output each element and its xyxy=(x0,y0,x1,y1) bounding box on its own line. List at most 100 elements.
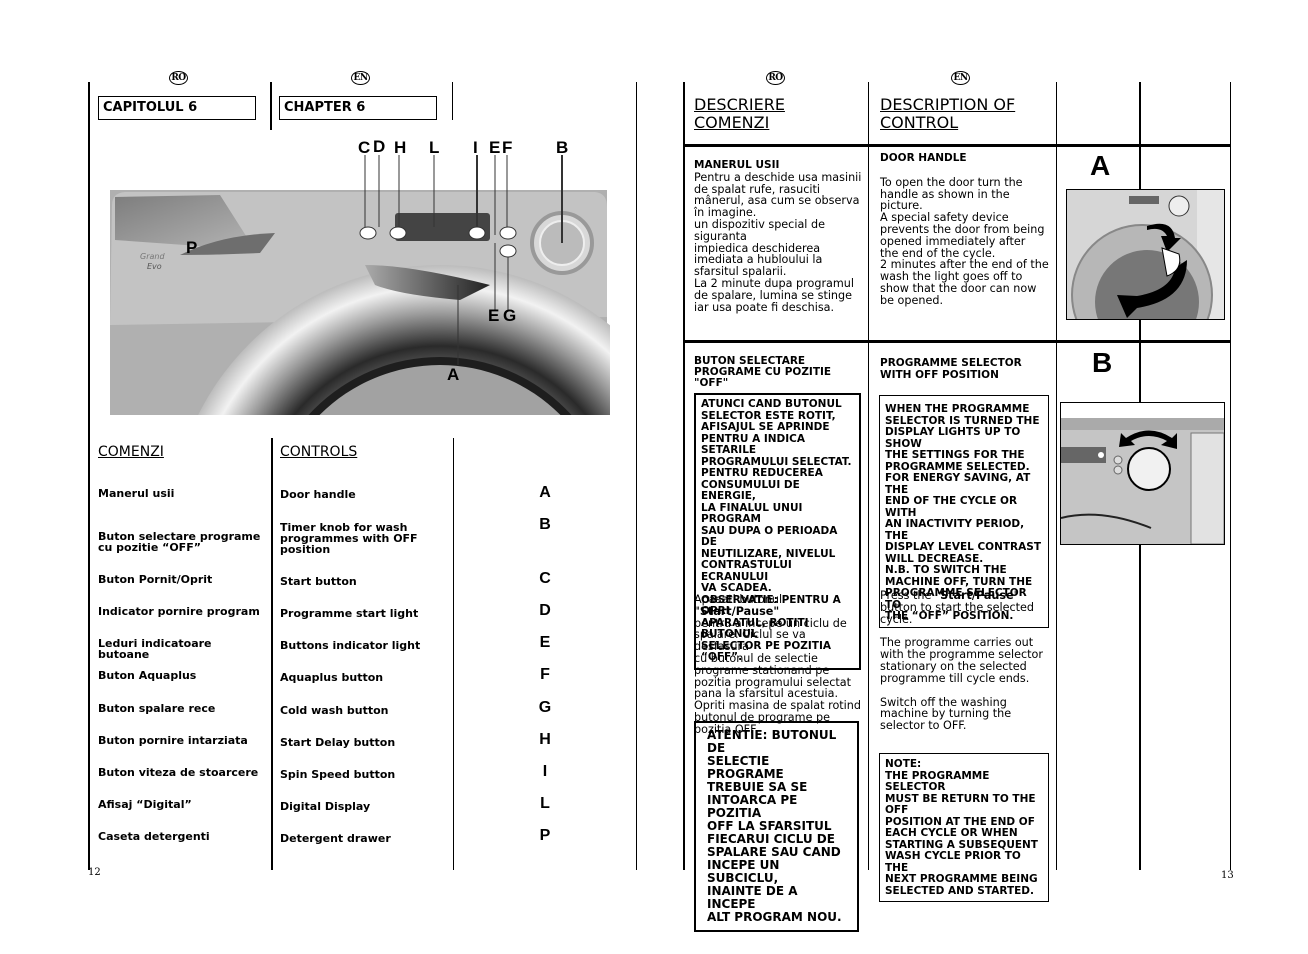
callout-h: H xyxy=(394,138,407,157)
svg-text:Evo: Evo xyxy=(147,262,162,271)
control-name-en: Timer knob for wash programmes with OFF … xyxy=(280,521,418,556)
text-line: AFISAJUL SE APRINDE xyxy=(701,421,830,433)
callout-p: P xyxy=(186,238,198,257)
control-name-ro: Leduri indicatoare butoane xyxy=(98,637,212,661)
controls-heading-ro: COMENZI xyxy=(98,444,164,460)
control-name-en: Spin Speed button xyxy=(280,768,396,781)
svg-text:Grand: Grand xyxy=(140,252,165,261)
rule-right-bottom xyxy=(453,438,454,870)
door-handle-title-en: DOOR HANDLE xyxy=(880,152,967,164)
text-line: DISPLAY LEVEL CONTRAST xyxy=(885,541,1041,553)
page-number-right: 13 xyxy=(1221,870,1234,881)
text-line: programe stationand pe xyxy=(694,663,830,677)
heading-en-line1: DESCRIPTION OF xyxy=(880,95,1016,114)
selector-figure xyxy=(1060,402,1225,545)
heading-ro-line1: DESCRIERE xyxy=(694,95,785,114)
rule-page-edge xyxy=(636,82,637,870)
text-line: CONSUMULUI DE ENERGIE, xyxy=(701,478,800,502)
selector-title-en: PROGRAMME SELECTOR WITH OFF POSITION xyxy=(880,357,1022,381)
control-name-ro: Indicator pornire program xyxy=(98,605,260,618)
control-name-en: Buttons indicator light xyxy=(280,639,421,652)
control-name-ro: Buton pornire intarziata xyxy=(98,734,248,747)
rule-r-mid xyxy=(868,82,869,870)
control-name-en: Aquaplus button xyxy=(280,671,384,684)
text-line: NEXT PROGRAMME BEING xyxy=(885,873,1038,885)
text-line: SAU DUPA O PERIOADA DE xyxy=(701,524,838,548)
rule-left xyxy=(88,82,90,870)
description-heading-en: DESCRIPTION OF CONTROL xyxy=(880,96,1015,132)
start-pause-text-ro: Apasati butonul "Start/Pause" pentru a i… xyxy=(694,594,862,736)
control-key: I xyxy=(542,763,548,780)
callout-g: G xyxy=(503,306,517,325)
text-line: LA FINALUL UNUI PROGRAM xyxy=(701,501,803,525)
control-key: E xyxy=(539,634,551,651)
control-key: F xyxy=(540,666,550,683)
text-line: ATENTIE: BUTONUL DE xyxy=(707,728,837,755)
description-heading-ro: DESCRIERE COMENZI xyxy=(694,96,785,132)
text-line: PENTRU A INDICA SETARILE xyxy=(701,432,806,456)
text-line: un dispozitiv special de xyxy=(694,217,825,231)
door-handle-illustration xyxy=(1067,190,1224,366)
lang-en-badge-right: EN xyxy=(951,71,970,85)
control-key: G xyxy=(538,699,552,716)
control-name-ro: Buton Aquaplus xyxy=(98,669,197,682)
text-line: AN INACTIVITY PERIOD, THE xyxy=(885,518,1025,542)
callout-f: F xyxy=(502,138,513,157)
note-box-en: NOTE: THE PROGRAMME SELECTOR MUST BE RETUR… xyxy=(879,753,1049,902)
text-line: INTOARCA PE POZITIA xyxy=(707,793,798,820)
control-key: H xyxy=(539,731,551,748)
text-line: show that the door can now xyxy=(880,281,1037,295)
text-line: FOR ENERGY SAVING, AT THE xyxy=(885,472,1031,496)
text-line: Pentru a deschide usa masinii xyxy=(694,170,862,184)
heading-ro-line2: COMENZI xyxy=(694,113,770,132)
control-name-en: Detergent drawer xyxy=(280,832,391,845)
rule-right-top xyxy=(452,82,453,120)
text-line: cycle. xyxy=(880,612,913,626)
text-line: stationary on the selected xyxy=(880,659,1027,673)
text-line: La 2 minute dupa programul xyxy=(694,276,854,290)
text-line: iar usa poate fi deschisa. xyxy=(694,300,835,314)
start-pause-line-ro: Apasati butonul "Start/Pause" xyxy=(694,593,783,618)
rule-r-col3 xyxy=(1056,82,1057,870)
chapter-title-ro: CAPITOLUL 6 xyxy=(98,96,256,120)
figure-label-b: B xyxy=(1092,347,1113,378)
text-line: WHEN THE PROGRAMME xyxy=(885,403,1030,415)
text-line: selector to OFF. xyxy=(880,719,967,733)
text-line: be opened. xyxy=(880,293,944,307)
text-line: button to start the selected xyxy=(880,600,1034,614)
rule-mid-top xyxy=(270,82,272,130)
text-line: SELECTIE PROGRAME xyxy=(707,754,784,781)
text-line: spalare. Ciclul se va desfasura xyxy=(694,628,806,654)
text-line: prevents the door from being xyxy=(880,222,1045,236)
control-name-en: Start Delay button xyxy=(280,736,396,749)
text-line: MUST BE RETURN TO THE OFF xyxy=(885,792,1036,816)
control-name-ro: Caseta detergenti xyxy=(98,830,210,843)
text-line: SELECTED AND STARTED. xyxy=(885,884,1034,897)
rule-mid-bottom xyxy=(271,438,273,870)
text-line: INAINTE DE A INCEPE xyxy=(707,884,798,911)
rule-r-h2 xyxy=(683,340,1231,343)
text-line: ATUNCI CAND BUTONUL xyxy=(701,398,842,410)
text-line: ALT PROGRAM NOU. xyxy=(707,910,842,924)
text-line: siguranta xyxy=(694,229,747,243)
callout-a: A xyxy=(447,365,460,384)
control-key: L xyxy=(540,795,550,812)
door-handle-figure xyxy=(1066,189,1225,366)
control-name-en: Start button xyxy=(280,575,357,588)
control-name-ro: Buton Pornit/Oprit xyxy=(98,573,213,586)
control-key: A xyxy=(539,484,551,501)
text-line: DISPLAY LIGHTS UP TO SHOW xyxy=(885,426,1021,450)
text-line: cu butonul de selectie xyxy=(694,651,818,665)
control-name-ro: Manerul usii xyxy=(98,487,175,500)
text-line: EACH CYCLE OR WHEN xyxy=(885,827,1018,839)
chapter-title-en: CHAPTER 6 xyxy=(279,96,437,120)
text-line: WASH CYCLE PRIOR TO THE xyxy=(885,850,1021,874)
control-name-ro: Afisaj “Digital” xyxy=(98,798,192,811)
callout-d: D xyxy=(373,137,386,156)
lang-ro-badge: RO xyxy=(169,71,188,85)
callout-e-top: E xyxy=(489,138,501,157)
text-line: programme till cycle ends. xyxy=(880,671,1030,685)
control-key: C xyxy=(539,570,551,587)
text-line: CONTRASTULUI ECRANULUI xyxy=(701,559,792,583)
control-name-en: Door handle xyxy=(280,488,356,501)
